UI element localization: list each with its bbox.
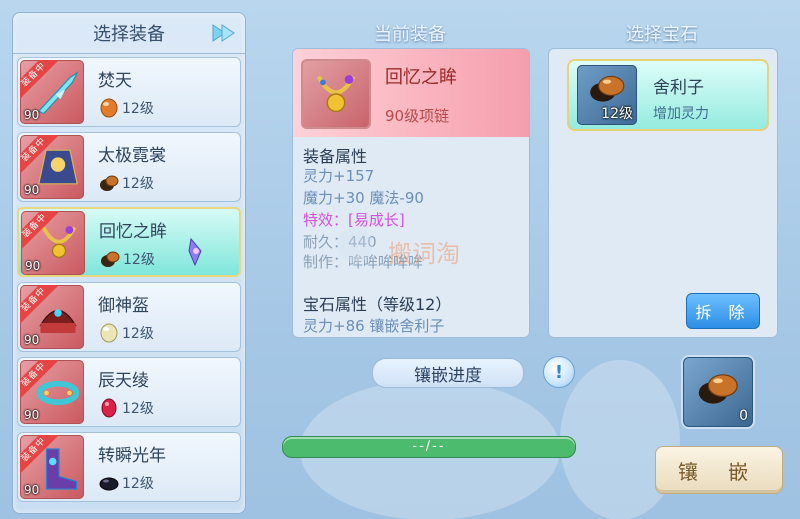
equipment-name: 转瞬光年 (98, 446, 166, 466)
equipment-level: 90 (24, 108, 40, 122)
current-equipment-title: 当前装备 (374, 24, 446, 45)
equipment-level: 90 (25, 259, 41, 273)
equipment-name: 回忆之眸 (385, 67, 457, 88)
embed-button[interactable]: 镶 嵌 (655, 446, 783, 494)
gem-attributes-title: 宝石属性（等级12） (303, 295, 452, 314)
gem-level: 12级 (122, 176, 154, 192)
red-gem-icon (101, 398, 117, 418)
equipment-header: 回忆之眸 90级项链 (293, 49, 529, 137)
equipment-level: 90 (24, 408, 40, 422)
gem-slot-count: 0 (739, 408, 748, 424)
equipment-name: 辰天绫 (98, 371, 149, 391)
equipment-thumbnail: 装备中 90 (21, 211, 85, 275)
attribute-line: 魔力+30 魔法-90 (303, 189, 424, 207)
gem-level: 12级 (122, 101, 154, 117)
remove-gem-button[interactable]: 拆 除 (686, 293, 760, 329)
attribute-line: 灵力+157 (303, 167, 375, 185)
equipment-thumbnail: 装备中 90 (20, 135, 84, 199)
equipment-item-zhuanshun-guangnian[interactable]: 装备中 90 转瞬光年 12级 (17, 432, 241, 502)
equipment-thumbnail (301, 59, 371, 129)
equipment-item-chentian-ling[interactable]: 装备中 90 辰天绫 12级 (17, 357, 241, 427)
sarira-gem-icon (100, 175, 119, 191)
equipment-list-header: 选择装备 (13, 13, 245, 54)
necklace-icon (316, 75, 356, 113)
embed-progress-bar: --/-- (282, 436, 576, 458)
current-equipment-panel[interactable]: 回忆之眸 90级项链 装备属性 灵力+157 魔力+30 魔法-90 特效：[易… (292, 48, 530, 338)
equipment-name: 焚天 (98, 71, 132, 91)
equipment-item-yushen-kui[interactable]: 装备中 90 御神盔 12级 (17, 282, 241, 352)
sarira-gem-icon (101, 251, 120, 267)
gem-pin-icon (188, 237, 202, 267)
equipment-name: 回忆之眸 (99, 222, 167, 242)
equipment-thumbnail: 装备中 90 (20, 60, 84, 124)
embed-progress-label-text: 镶嵌进度 (414, 365, 482, 386)
embed-progress-text: --/-- (412, 439, 446, 454)
equipment-level: 90 (24, 333, 40, 347)
equipment-item-taiji-nichang[interactable]: 装备中 90 太极霓裳 12级 (17, 132, 241, 202)
equipment-name: 御神盔 (98, 296, 149, 316)
equipment-item-fentian[interactable]: 装备中 90 焚天 12级 (17, 57, 241, 127)
equipment-item-huiyi-zhimou[interactable]: 装备中 90 回忆之眸 12级 (17, 207, 241, 277)
info-button[interactable]: ! (543, 356, 575, 388)
gem-card-sheli[interactable]: 12级 舍利子 增加灵力 (567, 59, 769, 131)
watermark-text: 搬词淘 (388, 240, 460, 268)
background-swirl (560, 360, 680, 519)
equipment-list-panel: 选择装备 装备中 90 焚天 12级 装备中 90 太极霓裳 12级 装备中 9… (12, 12, 246, 514)
embed-progress-label: 镶嵌进度 (372, 358, 524, 388)
equipment-list-title: 选择装备 (93, 24, 165, 45)
gem-level: 12级 (123, 252, 155, 268)
equipment-level: 90 (24, 183, 40, 197)
gem-level: 12级 (122, 326, 154, 342)
gem-level: 12级 (601, 106, 633, 122)
gem-name: 舍利子 (653, 78, 704, 98)
sarira-gem-icon (698, 374, 738, 404)
equipment-thumbnail: 装备中 90 (20, 435, 84, 499)
select-gem-title: 选择宝石 (626, 24, 698, 45)
equipment-type: 90级项链 (385, 107, 450, 125)
gem-embed-window: 选择装备 装备中 90 焚天 12级 装备中 90 太极霓裳 12级 装备中 9… (0, 0, 800, 519)
equipment-name: 太极霓裳 (98, 146, 166, 166)
info-icon: ! (554, 361, 564, 383)
gem-attribute-line: 灵力+86 镶嵌舍利子 (303, 317, 445, 335)
orange-gem-icon (100, 98, 118, 118)
gem-thumbnail: 12级 (577, 65, 637, 125)
black-gem-icon (99, 477, 119, 491)
gem-level: 12级 (122, 476, 154, 492)
white-gem-icon (100, 323, 118, 343)
equipment-thumbnail: 装备中 90 (20, 360, 84, 424)
equipment-level: 90 (24, 483, 40, 497)
gem-slot[interactable]: 0 (683, 357, 753, 427)
collapse-arrow-icon[interactable] (211, 21, 237, 45)
equipment-thumbnail: 装备中 90 (20, 285, 84, 349)
gem-description: 增加灵力 (653, 106, 709, 122)
gem-level: 12级 (122, 401, 154, 417)
equipment-attributes-title: 装备属性 (303, 147, 368, 166)
